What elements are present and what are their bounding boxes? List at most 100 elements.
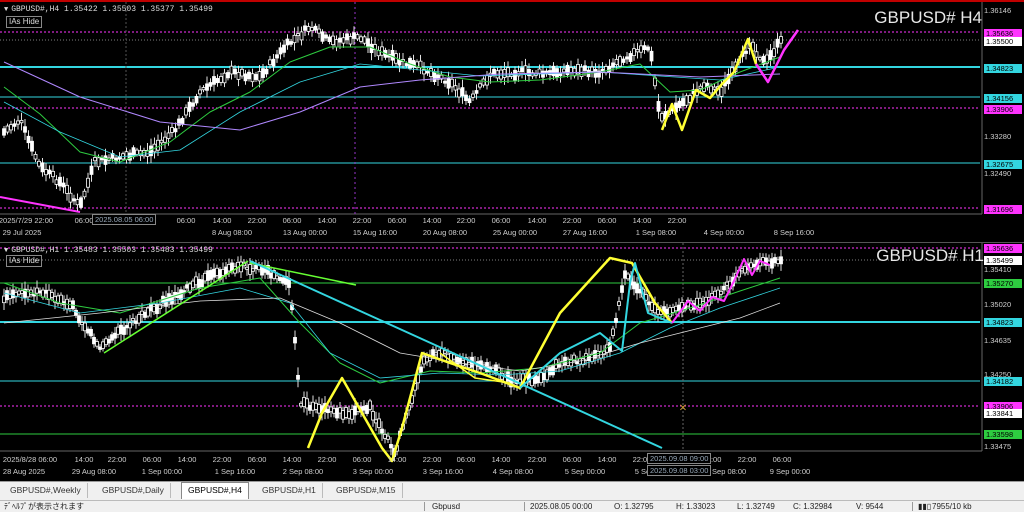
h1-candle <box>44 289 48 294</box>
h4-candle <box>621 58 626 63</box>
h4-candle <box>75 199 80 206</box>
crosshair-date-box: 2025.09.08 03:00 <box>647 465 712 476</box>
status-high: H: 1.33023 <box>676 502 716 511</box>
x-date: 27 Aug 16:00 <box>562 228 608 237</box>
h4-candle <box>233 68 237 75</box>
h4-candle <box>229 65 234 75</box>
x-tick: 22:00 <box>107 455 127 464</box>
dropdown-triangle-icon[interactable]: ▼ <box>4 6 8 14</box>
h1-candle <box>152 303 156 313</box>
h4-chart-window[interactable]: ▼ GBPUSD#,H4 1.35422 1.35503 1.35377 1.35… <box>0 0 1024 240</box>
h4-candle <box>44 169 48 176</box>
tab-daily[interactable]: GBPUSD#,Daily <box>96 483 171 498</box>
y-tick: 1.34635 <box>984 336 1012 345</box>
h1-chart-window[interactable]: ✕ ▼ GBPUSD#,H1 1.35483 1.35503 1.35483 1.… <box>0 242 1024 480</box>
h1-candle <box>452 354 456 360</box>
indicator-hide-button[interactable]: IAs Hide <box>6 255 43 267</box>
h1-chart-canvas[interactable]: ✕ <box>0 243 1024 480</box>
h1-candle <box>74 309 78 316</box>
h4-candle <box>236 72 241 80</box>
h1-candle <box>383 433 387 439</box>
status-profile[interactable]: Gbpusd <box>432 501 460 512</box>
h4-candle <box>618 56 622 67</box>
h1-candle <box>419 366 423 373</box>
h1-candle <box>83 322 87 332</box>
h1-candle <box>725 281 729 286</box>
h4-candle <box>243 73 248 82</box>
h1-candle <box>713 290 717 298</box>
h1-candle <box>275 275 279 280</box>
h4-candle <box>411 60 416 68</box>
h4-chart-canvas[interactable] <box>0 2 1024 240</box>
h1-ohlc-text: GBPUSD#,H1 1.35483 1.35503 1.35483 1.354… <box>11 246 213 255</box>
h1-candle <box>86 328 90 334</box>
h4-candle <box>341 37 346 44</box>
h1-candle <box>773 257 777 264</box>
h1-candle <box>50 292 54 298</box>
tab-weekly[interactable]: GBPUSD#,Weekly <box>4 483 88 498</box>
h4-candle <box>677 100 682 108</box>
h4-candle <box>590 66 594 72</box>
tab-h4[interactable]: GBPUSD#,H4 <box>181 482 249 499</box>
h1-chart-header: ▼ GBPUSD#,H1 1.35483 1.35503 1.35483 1.35… <box>4 246 213 255</box>
h1-candle <box>194 276 198 286</box>
x-tick: 06:00 <box>772 455 792 464</box>
h1-candle <box>254 264 258 269</box>
zigzag-yellow <box>306 256 673 463</box>
h4-candle <box>614 58 619 66</box>
x-date: 8 Sep 08:00 <box>705 467 747 476</box>
h1-candle <box>197 278 201 289</box>
h4-candle <box>649 50 654 62</box>
dropdown-triangle-icon[interactable]: ▼ <box>4 247 8 255</box>
status-divider <box>524 502 525 511</box>
crosshair-date-box: 2025.08.05 06:00 <box>92 214 157 225</box>
crosshair-date-box: 2025.09.08 09:00 <box>647 453 712 464</box>
h4-candle <box>432 72 437 83</box>
y-tick: 1.36146 <box>984 6 1012 15</box>
h4-candle <box>397 59 402 66</box>
h4-candle <box>299 31 304 41</box>
h1-candle <box>92 337 96 345</box>
x-tick: 14:00 <box>597 455 617 464</box>
h1-candle <box>623 270 627 279</box>
y-tick: 1.33280 <box>984 132 1012 141</box>
crosshair-marker-icon: ✕ <box>679 403 687 414</box>
price-tag-current: 1.35499 <box>984 256 1022 265</box>
h1-candle <box>116 326 120 335</box>
h1-candle <box>377 418 381 428</box>
indicator-hide-button[interactable]: IAs Hide <box>6 16 43 28</box>
status-bar: ﾃﾞﾍﾙﾌﾟが表示されます Gbpusd 2025.08.05 00:00 O:… <box>0 500 1024 512</box>
h4-candle <box>79 197 83 208</box>
h4-candle <box>390 49 395 61</box>
x-date: 4 Sep 08:00 <box>492 467 534 476</box>
x-date: 5 Sep 00:00 <box>564 467 606 476</box>
h4-candle <box>334 39 339 48</box>
h4-candle <box>474 90 479 94</box>
h4-candle <box>47 169 52 175</box>
h1-candle <box>626 273 630 280</box>
x-date: 29 Jul 2025 <box>2 228 42 237</box>
h4-candle <box>96 157 101 168</box>
x-date: 8 Aug 08:00 <box>211 228 253 237</box>
h4-candle <box>352 32 356 39</box>
h4-candle <box>54 179 59 185</box>
h1-candle <box>368 400 372 410</box>
y-tick: 1.35410 <box>984 265 1012 274</box>
h1-candle <box>200 279 204 288</box>
h1-candle <box>551 366 555 376</box>
h1-candle <box>542 373 546 381</box>
h4-candle <box>635 49 640 53</box>
h4-candle <box>191 102 195 107</box>
tab-h1[interactable]: GBPUSD#,H1 <box>256 483 323 498</box>
h4-candle <box>712 86 717 90</box>
tab-m15[interactable]: GBPUSD#,M15 <box>330 483 403 498</box>
h1-candle <box>98 346 102 350</box>
h1-candle <box>224 266 228 275</box>
h1-candle <box>389 444 393 449</box>
h4-candle <box>159 139 164 144</box>
h4-candle <box>327 36 332 43</box>
h1-candle <box>719 290 723 295</box>
h1-candle <box>740 268 744 272</box>
x-date: 8 Sep 16:00 <box>773 228 815 237</box>
x-tick: 06:00 <box>387 216 407 225</box>
